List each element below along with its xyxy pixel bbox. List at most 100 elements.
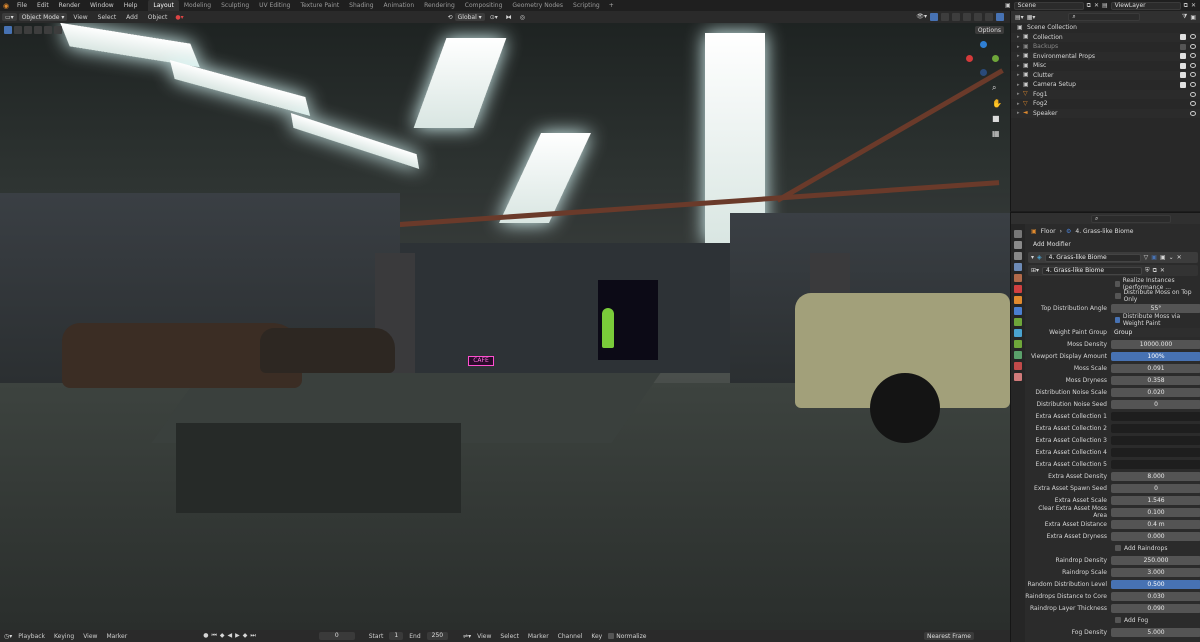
outliner-row-speaker[interactable]: ▸ ◄ Speaker (1011, 108, 1200, 118)
modifier-close-icon[interactable]: ✕ (1177, 254, 1182, 261)
camera-view-icon[interactable]: ■ (992, 114, 1002, 123)
material-tab-icon[interactable] (1014, 362, 1022, 370)
chevron-down-icon[interactable]: ▾ (1031, 254, 1034, 261)
property-value[interactable]: Group (1111, 327, 1200, 337)
dopesheet-channel[interactable]: Channel (555, 633, 586, 640)
checkbox-box[interactable] (1115, 281, 1120, 287)
outliner-search-input[interactable]: ⌕ (1068, 13, 1141, 21)
property-value[interactable]: 0.091 (1111, 363, 1200, 373)
editor-type-icon[interactable]: ▭▾ (2, 13, 17, 21)
property-value[interactable]: 8.000 (1111, 471, 1200, 481)
timeline-keying[interactable]: Keying (51, 633, 77, 640)
modifier-tab-icon[interactable] (1014, 307, 1022, 315)
property-value[interactable]: 250.000 (1111, 555, 1200, 565)
material-shading-icon[interactable] (985, 13, 993, 21)
fake-user-icon[interactable]: ⛨ (1145, 267, 1150, 275)
world-tab-icon[interactable] (1014, 285, 1022, 293)
play-reverse-icon[interactable]: ◀ (227, 632, 232, 640)
collection-picker-field[interactable] (1111, 435, 1200, 445)
gizmo-neg-z-icon[interactable] (980, 69, 987, 76)
node-group-field[interactable]: 4. Grass-like Biome (1042, 266, 1143, 275)
perspective-toggle-icon[interactable]: ▦ (992, 129, 1002, 138)
gizmo-toggle-icon[interactable] (930, 13, 938, 21)
dopesheet-select[interactable]: Select (497, 633, 522, 640)
visibility-eye-icon[interactable] (1190, 91, 1196, 97)
select-mode-subtract-icon[interactable] (34, 25, 42, 34)
modifier-menu-icon[interactable]: ⌄ (1169, 254, 1174, 261)
visibility-eye-icon[interactable] (1190, 62, 1196, 68)
outliner-row-misc[interactable]: ▸ ▣ Misc (1011, 61, 1200, 71)
outliner-row-backups[interactable]: ▸ ▣ Backups (1011, 42, 1200, 52)
property-value[interactable]: 10000.000 (1111, 339, 1200, 349)
modifier-name-field[interactable]: 4. Grass-like Biome (1044, 253, 1141, 262)
outliner-row-fog2[interactable]: ▸ ▽ Fog2 (1011, 99, 1200, 109)
outliner-row-fog1[interactable]: ▸ ▽ Fog1 (1011, 89, 1200, 99)
tab-animation[interactable]: Animation (379, 0, 420, 11)
zoom-icon[interactable]: ⌕ (992, 83, 1002, 93)
record-icon[interactable]: ● (203, 632, 208, 640)
blender-logo-icon[interactable]: ◉ (0, 0, 12, 11)
exclude-checkbox[interactable] (1180, 53, 1186, 60)
collection-picker-field[interactable] (1111, 459, 1200, 469)
property-value[interactable]: 0.100 (1111, 507, 1200, 517)
timeline-editor-icon[interactable]: ◷▾ (4, 633, 12, 640)
menu-help[interactable]: Help (119, 0, 143, 11)
rendered-shading-icon[interactable] (996, 13, 1004, 21)
gizmo-x-icon[interactable] (966, 55, 973, 62)
normalize-checkbox[interactable] (608, 633, 615, 639)
tool-tab-icon[interactable] (1014, 230, 1022, 238)
copy-icon[interactable]: ⧉ (1087, 2, 1091, 10)
tab-rendering[interactable]: Rendering (419, 0, 460, 11)
property-value[interactable]: 0 (1111, 483, 1200, 493)
normalize-toggle[interactable]: Normalize (608, 633, 646, 640)
exclude-checkbox[interactable] (1180, 81, 1186, 88)
jump-end-icon[interactable]: ⏭ (250, 632, 255, 640)
copy-node-group-icon[interactable]: ⧉ (1153, 267, 1157, 275)
distribute-top-only-checkbox[interactable]: Distribute Moss on Top Only (1025, 289, 1200, 303)
exclude-checkbox[interactable] (1180, 34, 1186, 41)
scene-tab-icon[interactable] (1014, 274, 1022, 282)
property-value[interactable]: 0.358 (1111, 375, 1200, 385)
tab-texture-paint[interactable]: Texture Paint (295, 0, 344, 11)
add-modifier-button[interactable]: Add Modifier (1025, 238, 1200, 250)
play-icon[interactable]: ▶ (235, 632, 240, 640)
outliner-row-clutter[interactable]: ▸ ▣ Clutter (1011, 70, 1200, 80)
exclude-checkbox[interactable] (1180, 43, 1186, 50)
physics-tab-icon[interactable] (1014, 329, 1022, 337)
view-layer-selector[interactable]: ViewLayer (1110, 1, 1181, 10)
gizmo-z-icon[interactable] (980, 41, 987, 48)
tab-geometry-nodes[interactable]: Geometry Nodes (507, 0, 568, 11)
scene-selector[interactable]: Scene (1013, 1, 1084, 10)
object-color-icon[interactable]: ●▾ (173, 14, 185, 21)
properties-search-input[interactable]: ⌕ (1091, 214, 1171, 223)
timeline-view[interactable]: View (80, 633, 100, 640)
close-icon[interactable]: ✕ (1094, 2, 1099, 9)
menu-render[interactable]: Render (54, 0, 85, 11)
property-value[interactable]: 100% (1111, 351, 1200, 361)
property-value[interactable]: 5.000 (1111, 627, 1200, 637)
header-menu-object[interactable]: Object (144, 14, 172, 21)
outliner-display-mode-icon[interactable]: ▦▾ (1027, 14, 1036, 21)
header-menu-add[interactable]: Add (122, 14, 142, 21)
texture-tab-icon[interactable] (1014, 373, 1022, 381)
interpolation-dropdown[interactable]: Nearest Frame (924, 632, 974, 640)
dopesheet-marker[interactable]: Marker (525, 633, 552, 640)
property-value[interactable]: 0.000 (1111, 531, 1200, 541)
filter-icon[interactable]: ⧩ (1182, 13, 1187, 21)
add-fog-checkbox[interactable]: Add Fog (1025, 614, 1200, 626)
overlay-toggle-icon[interactable] (941, 13, 949, 21)
visibility-eye-icon[interactable] (1190, 101, 1196, 107)
outliner-row-camera-setup[interactable]: ▸ ▣ Camera Setup (1011, 80, 1200, 90)
next-key-icon[interactable]: ◆ (243, 632, 248, 640)
edit-mode-toggle-icon[interactable]: ▽ (1144, 254, 1149, 261)
exclude-checkbox[interactable] (1180, 72, 1186, 79)
view-layer-tab-icon[interactable] (1014, 263, 1022, 271)
visibility-eye-icon[interactable] (1190, 53, 1196, 59)
viewport-toggle-icon[interactable]: ▣ (1151, 254, 1157, 261)
unlink-node-group-icon[interactable]: ✕ (1160, 267, 1165, 274)
tab-layout[interactable]: Layout (148, 0, 179, 11)
timeline-playback[interactable]: Playback (15, 633, 48, 640)
tab-sculpting[interactable]: Sculpting (216, 0, 254, 11)
property-value[interactable]: 0.500 (1111, 579, 1200, 589)
particles-tab-icon[interactable] (1014, 318, 1022, 326)
